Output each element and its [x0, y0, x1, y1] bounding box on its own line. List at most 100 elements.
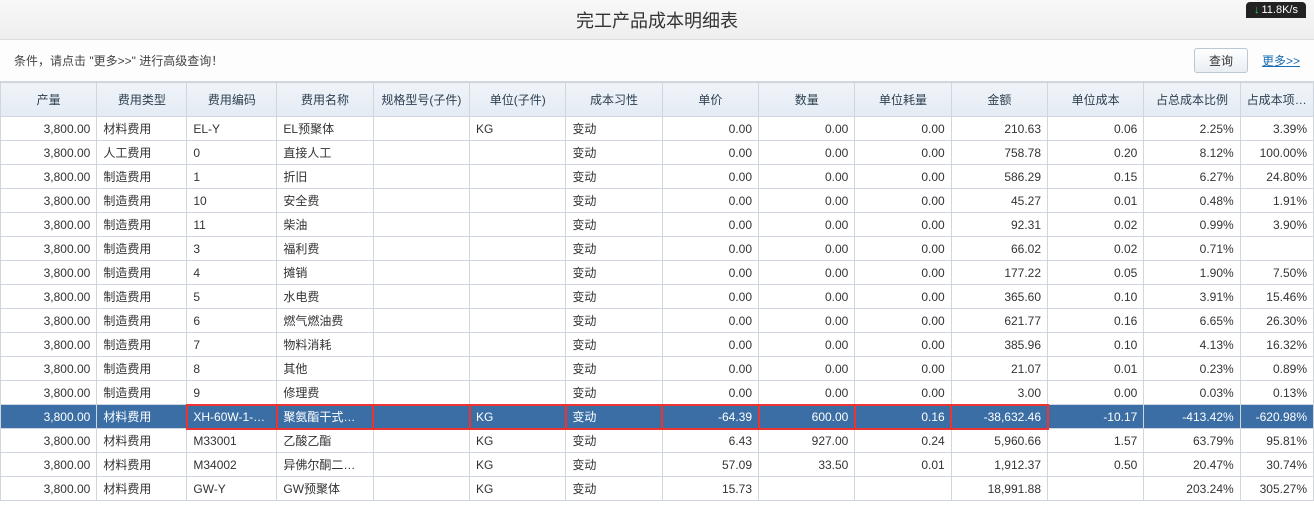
cell-code[interactable]: M34002 — [187, 453, 277, 477]
col-name[interactable]: 费用名称 — [277, 83, 373, 117]
cell-unitcost[interactable]: 0.06 — [1048, 117, 1144, 141]
col-consume[interactable]: 单位耗量 — [855, 83, 951, 117]
cell-amt[interactable]: 92.31 — [951, 213, 1047, 237]
cell-consume[interactable]: 0.00 — [855, 357, 951, 381]
cell-unitcost[interactable]: 0.15 — [1048, 165, 1144, 189]
cell-num[interactable]: 0.00 — [759, 189, 855, 213]
cell-unitcost[interactable]: 0.00 — [1048, 381, 1144, 405]
col-unit[interactable]: 单位(子件) — [470, 83, 566, 117]
cell-itempct[interactable]: 0.13% — [1240, 381, 1313, 405]
cell-totpct[interactable]: 6.65% — [1144, 309, 1240, 333]
cell-qty[interactable]: 3,800.00 — [1, 357, 97, 381]
cell-amt[interactable]: 1,912.37 — [951, 453, 1047, 477]
cell-type[interactable]: 制造费用 — [97, 333, 187, 357]
cell-amt[interactable]: 18,991.88 — [951, 477, 1047, 501]
cell-qty[interactable]: 3,800.00 — [1, 165, 97, 189]
cell-qty[interactable]: 3,800.00 — [1, 213, 97, 237]
table-row[interactable]: 3,800.00制造费用3福利费变动0.000.000.0066.020.020… — [1, 237, 1314, 261]
cell-price[interactable]: 0.00 — [662, 213, 758, 237]
cell-num[interactable]: 0.00 — [759, 357, 855, 381]
cell-unitcost[interactable]: 0.10 — [1048, 285, 1144, 309]
table-row[interactable]: 3,800.00制造费用7物料消耗变动0.000.000.00385.960.1… — [1, 333, 1314, 357]
table-row[interactable]: 3,800.00制造费用9修理费变动0.000.000.003.000.000.… — [1, 381, 1314, 405]
cell-nature[interactable]: 变动 — [566, 309, 662, 333]
cell-totpct[interactable]: 63.79% — [1144, 429, 1240, 453]
cell-amt[interactable]: 21.07 — [951, 357, 1047, 381]
cell-amt[interactable]: 177.22 — [951, 261, 1047, 285]
cell-num[interactable]: 0.00 — [759, 117, 855, 141]
table-row[interactable]: 3,800.00制造费用10安全费变动0.000.000.0045.270.01… — [1, 189, 1314, 213]
cell-name[interactable]: 修理费 — [277, 381, 373, 405]
cell-consume[interactable]: 0.00 — [855, 189, 951, 213]
cell-itempct[interactable]: 16.32% — [1240, 333, 1313, 357]
cell-unitcost[interactable]: 0.50 — [1048, 453, 1144, 477]
cell-consume[interactable]: 0.00 — [855, 309, 951, 333]
cell-consume[interactable]: 0.00 — [855, 165, 951, 189]
cell-consume[interactable]: 0.00 — [855, 141, 951, 165]
cell-unit[interactable] — [470, 261, 566, 285]
cell-amt[interactable]: 385.96 — [951, 333, 1047, 357]
cell-spec[interactable] — [373, 237, 469, 261]
col-itempct[interactable]: 占成本项目比例 — [1240, 83, 1313, 117]
cell-unit[interactable] — [470, 237, 566, 261]
cell-code[interactable]: 1 — [187, 165, 277, 189]
cell-code[interactable]: 5 — [187, 285, 277, 309]
cell-amt[interactable]: 758.78 — [951, 141, 1047, 165]
cell-amt[interactable]: 3.00 — [951, 381, 1047, 405]
cell-spec[interactable] — [373, 357, 469, 381]
cell-spec[interactable] — [373, 477, 469, 501]
cell-code[interactable]: 11 — [187, 213, 277, 237]
cell-type[interactable]: 制造费用 — [97, 357, 187, 381]
cell-price[interactable]: 0.00 — [662, 381, 758, 405]
cell-type[interactable]: 制造费用 — [97, 213, 187, 237]
cell-num[interactable]: 0.00 — [759, 333, 855, 357]
cell-price[interactable]: 0.00 — [662, 117, 758, 141]
cell-unitcost[interactable]: 0.01 — [1048, 357, 1144, 381]
cell-qty[interactable]: 3,800.00 — [1, 405, 97, 429]
cell-nature[interactable]: 变动 — [566, 477, 662, 501]
cell-type[interactable]: 材料费用 — [97, 117, 187, 141]
cell-totpct[interactable]: 2.25% — [1144, 117, 1240, 141]
table-row[interactable]: 3,800.00制造费用5水电费变动0.000.000.00365.600.10… — [1, 285, 1314, 309]
cell-name[interactable]: 燃气燃油费 — [277, 309, 373, 333]
cell-name[interactable]: 安全费 — [277, 189, 373, 213]
cell-code[interactable]: XH-60W-1-020 — [187, 405, 277, 429]
cell-totpct[interactable]: 1.90% — [1144, 261, 1240, 285]
cell-amt[interactable]: 45.27 — [951, 189, 1047, 213]
cell-nature[interactable]: 变动 — [566, 333, 662, 357]
cell-num[interactable]: 33.50 — [759, 453, 855, 477]
col-code[interactable]: 费用编码 — [187, 83, 277, 117]
cell-spec[interactable] — [373, 117, 469, 141]
cell-code[interactable]: GW-Y — [187, 477, 277, 501]
cell-consume[interactable] — [855, 477, 951, 501]
cell-itempct[interactable]: 0.89% — [1240, 357, 1313, 381]
cell-unitcost[interactable]: 0.16 — [1048, 309, 1144, 333]
cell-spec[interactable] — [373, 333, 469, 357]
cell-unitcost[interactable]: 0.20 — [1048, 141, 1144, 165]
cell-type[interactable]: 材料费用 — [97, 453, 187, 477]
table-row[interactable]: 3,800.00制造费用1折旧变动0.000.000.00586.290.156… — [1, 165, 1314, 189]
cell-price[interactable]: 0.00 — [662, 165, 758, 189]
cell-spec[interactable] — [373, 141, 469, 165]
cell-spec[interactable] — [373, 165, 469, 189]
table-row[interactable]: 3,800.00人工费用0直接人工变动0.000.000.00758.780.2… — [1, 141, 1314, 165]
cell-price[interactable]: 6.43 — [662, 429, 758, 453]
cell-type[interactable]: 材料费用 — [97, 429, 187, 453]
cell-code[interactable]: 4 — [187, 261, 277, 285]
cell-itempct[interactable]: 30.74% — [1240, 453, 1313, 477]
cell-code[interactable]: 6 — [187, 309, 277, 333]
cell-itempct[interactable]: 1.91% — [1240, 189, 1313, 213]
cell-name[interactable]: 水电费 — [277, 285, 373, 309]
col-price[interactable]: 单价 — [662, 83, 758, 117]
cell-totpct[interactable]: 3.91% — [1144, 285, 1240, 309]
cell-num[interactable]: 0.00 — [759, 309, 855, 333]
cell-qty[interactable]: 3,800.00 — [1, 189, 97, 213]
cell-totpct[interactable]: 203.24% — [1144, 477, 1240, 501]
cell-unit[interactable] — [470, 165, 566, 189]
cell-unit[interactable] — [470, 357, 566, 381]
cell-amt[interactable]: 66.02 — [951, 237, 1047, 261]
cell-name[interactable]: 其他 — [277, 357, 373, 381]
cell-unitcost[interactable]: 0.02 — [1048, 213, 1144, 237]
cell-consume[interactable]: 0.16 — [855, 405, 951, 429]
cell-code[interactable]: 0 — [187, 141, 277, 165]
